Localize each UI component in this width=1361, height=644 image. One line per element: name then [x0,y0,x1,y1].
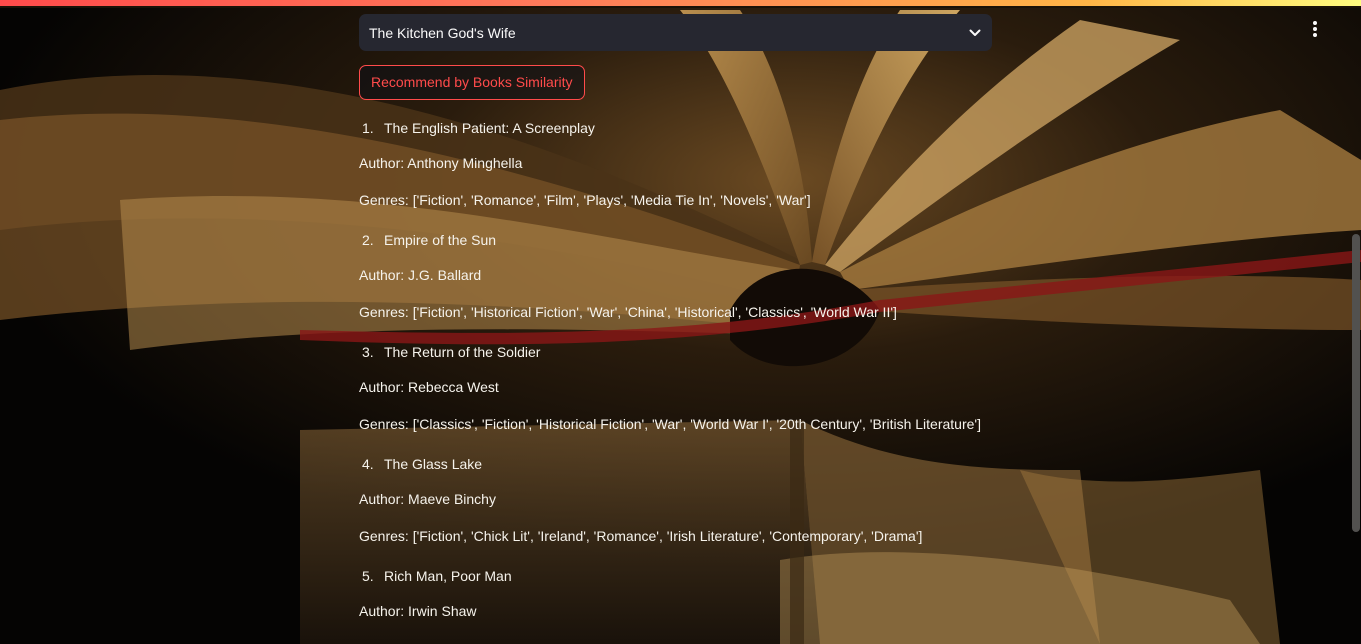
book-genres: Genres: ['Fiction', 'Historical Fiction'… [359,303,897,320]
chevron-down-icon [968,26,982,40]
book-title: Empire of the Sun [384,232,497,248]
item-number: 1. [362,120,374,136]
recommendation-item: 1. The English Patient: A Screenplay Aut… [359,112,992,218]
book-title: The Glass Lake [384,456,483,472]
item-number: 5. [362,568,374,584]
page-scrollbar[interactable] [1352,234,1360,532]
book-genres: Genres: ['Classics', 'Fiction', 'Histori… [359,415,981,432]
vertical-ellipsis-icon [1313,20,1317,38]
item-number: 3. [362,344,374,360]
recommendation-item: 3. The Return of the Soldier Author: Reb… [359,336,992,442]
book-select-value: The Kitchen God's Wife [369,24,516,41]
book-select-dropdown[interactable]: The Kitchen God's Wife [359,14,992,51]
app-window: The Kitchen God's Wife Recommend by Book… [0,0,1361,644]
book-author: Author: Maeve Binchy [359,490,496,507]
book-author: Author: Anthony Minghella [359,154,523,171]
book-title: The English Patient: A Screenplay [384,120,595,136]
recommendation-item: 2. Empire of the Sun Author: J.G. Ballar… [359,224,992,330]
book-title: Rich Man, Poor Man [384,568,512,584]
main-menu-button[interactable] [1305,19,1325,39]
top-divider [0,6,1361,8]
book-author: Author: Irwin Shaw [359,602,477,619]
recommend-button[interactable]: Recommend by Books Similarity [359,65,585,100]
item-number: 4. [362,456,374,472]
recommendation-item: 4. The Glass Lake Author: Maeve Binchy G… [359,448,992,554]
recommendation-list: 1. The English Patient: A Screenplay Aut… [359,112,992,629]
book-title: The Return of the Soldier [384,344,541,360]
book-genres: Genres: ['Fiction', 'Chick Lit', 'Irelan… [359,527,923,544]
item-number: 2. [362,232,374,248]
main-content: The Kitchen God's Wife Recommend by Book… [359,14,992,629]
recommendation-item: 5. Rich Man, Poor Man Author: Irwin Shaw [359,560,992,629]
book-author: Author: J.G. Ballard [359,266,482,283]
book-genres: Genres: ['Fiction', 'Romance', 'Film', '… [359,191,811,208]
book-author: Author: Rebecca West [359,378,499,395]
